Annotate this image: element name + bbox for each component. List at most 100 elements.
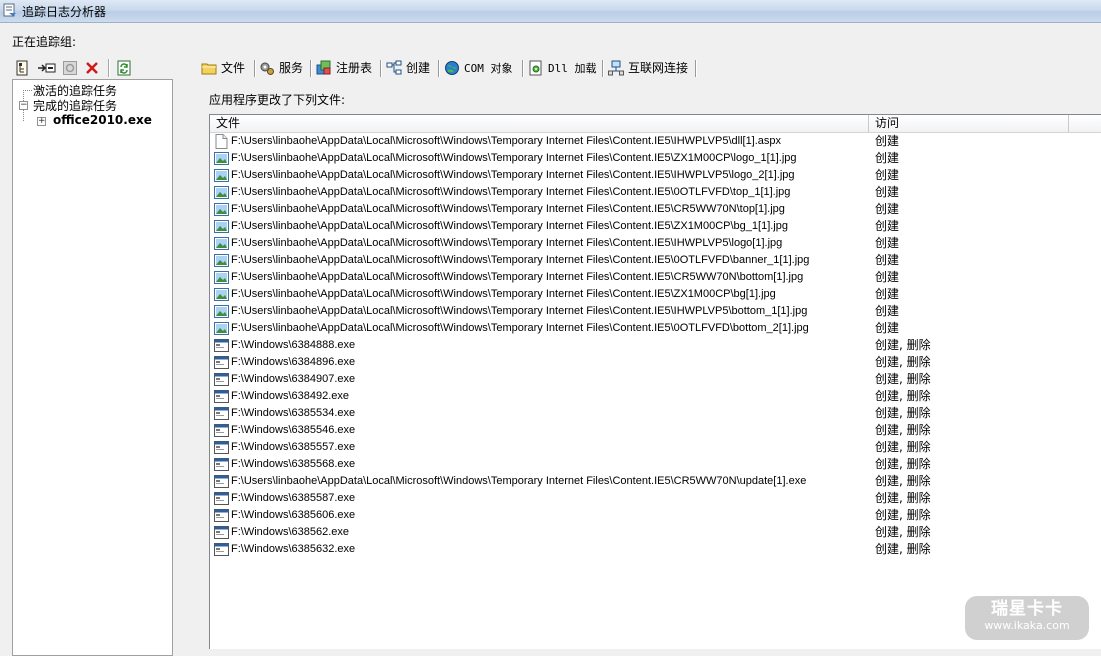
stop-button[interactable] (61, 59, 79, 77)
table-row[interactable]: F:\Users\linbaohe\AppData\Local\Microsof… (210, 167, 1101, 184)
expand-office-icon[interactable]: + (37, 117, 46, 126)
file-path-cell: F:\Users\linbaohe\AppData\Local\Microsof… (231, 220, 788, 232)
table-row[interactable]: F:\Users\linbaohe\AppData\Local\Microsof… (210, 320, 1101, 337)
file-path-cell: F:\Users\linbaohe\AppData\Local\Microsof… (231, 322, 809, 334)
image-file-icon (214, 219, 229, 234)
refresh-button[interactable] (115, 59, 133, 77)
expand-button[interactable] (36, 59, 58, 77)
globe-icon (444, 60, 460, 76)
table-row[interactable]: F:\Windows\638562.exe 创建, 删除 (210, 524, 1101, 541)
table-row[interactable]: F:\Users\linbaohe\AppData\Local\Microsof… (210, 252, 1101, 269)
watermark-main-text: 瑞星卡卡 (991, 599, 1063, 619)
image-file-icon (214, 236, 229, 251)
tab-internet-connections-label: 互联网连接 (628, 61, 689, 75)
table-row[interactable]: F:\Windows\638492.exe 创建, 删除 (210, 388, 1101, 405)
file-path-cell: F:\Users\linbaohe\AppData\Local\Microsof… (231, 169, 795, 181)
access-cell: 创建 (875, 253, 900, 267)
file-list: 文件 访问 F:\Users\linbaohe\AppData\Local\Mi… (209, 114, 1101, 649)
tab-separator (254, 60, 256, 77)
table-row[interactable]: F:\Users\linbaohe\AppData\Local\Microsof… (210, 235, 1101, 252)
tab-files[interactable]: 文件 (201, 56, 245, 79)
image-file-icon (214, 202, 229, 217)
title-bar: 追踪日志分析器 (0, 0, 1101, 23)
tree-view-icon (16, 60, 28, 76)
tree-item-office2010[interactable]: office2010.exe (53, 113, 152, 127)
tab-services[interactable]: 服务 (259, 56, 303, 79)
access-cell: 创建, 删除 (875, 389, 931, 403)
delete-x-icon (86, 62, 98, 74)
file-path-cell: F:\Users\linbaohe\AppData\Local\Microsof… (231, 203, 785, 215)
table-row[interactable]: F:\Windows\6385587.exe 创建, 删除 (210, 490, 1101, 507)
access-cell: 创建, 删除 (875, 525, 931, 539)
exe-file-icon (214, 474, 229, 489)
tab-create[interactable]: 创建 (386, 56, 430, 79)
file-path-cell: F:\Users\linbaohe\AppData\Local\Microsof… (231, 152, 797, 164)
access-cell: 创建, 删除 (875, 491, 931, 505)
file-path-cell: F:\Windows\638492.exe (231, 390, 350, 402)
table-row[interactable]: F:\Windows\6384907.exe 创建, 删除 (210, 371, 1101, 388)
tab-registry[interactable]: 注册表 (316, 56, 372, 79)
tab-services-label: 服务 (279, 61, 304, 75)
tree-item-completed-tasks[interactable]: 完成的追踪任务 (33, 97, 117, 114)
table-row[interactable]: F:\Users\linbaohe\AppData\Local\Microsof… (210, 150, 1101, 167)
stop-icon (63, 61, 77, 75)
access-cell: 创建, 删除 (875, 338, 931, 352)
table-row[interactable]: F:\Users\linbaohe\AppData\Local\Microsof… (210, 286, 1101, 303)
table-row[interactable]: F:\Windows\6384896.exe 创建, 删除 (210, 354, 1101, 371)
exe-file-icon (214, 423, 229, 438)
table-row[interactable]: F:\Users\linbaohe\AppData\Local\Microsof… (210, 133, 1101, 150)
document-gear-icon (528, 60, 544, 76)
access-cell: 创建 (875, 304, 900, 318)
image-file-icon (214, 321, 229, 336)
table-row[interactable]: F:\Windows\6384888.exe 创建, 删除 (210, 337, 1101, 354)
table-row[interactable]: F:\Windows\6385606.exe 创建, 删除 (210, 507, 1101, 524)
tree-connector (23, 109, 24, 121)
image-file-icon (214, 270, 229, 285)
file-path-cell: F:\Users\linbaohe\AppData\Local\Microsof… (231, 288, 776, 300)
access-cell: 创建 (875, 321, 900, 335)
tab-dll-loads-label: Dll 加载 (548, 61, 597, 75)
access-cell: 创建, 删除 (875, 423, 931, 437)
watermark-logo: 瑞星卡卡 www.ikaka.com (965, 596, 1089, 640)
table-row[interactable]: F:\Users\linbaohe\AppData\Local\Microsof… (210, 201, 1101, 218)
table-row[interactable]: F:\Windows\6385546.exe 创建, 删除 (210, 422, 1101, 439)
tab-separator (602, 60, 604, 77)
table-row[interactable]: F:\Users\linbaohe\AppData\Local\Microsof… (210, 184, 1101, 201)
file-path-cell: F:\Windows\6385632.exe (231, 543, 356, 555)
app-icon (3, 3, 16, 17)
image-file-icon (214, 168, 229, 183)
exe-file-icon (214, 440, 229, 455)
task-tree: 激活的追踪任务 − 完成的追踪任务 + office2010.exe (12, 79, 173, 656)
exe-file-icon (214, 457, 229, 472)
column-header-file[interactable]: 文件 (210, 115, 869, 132)
access-cell: 创建 (875, 185, 900, 199)
table-row[interactable]: F:\Users\linbaohe\AppData\Local\Microsof… (210, 218, 1101, 235)
file-path-cell: F:\Users\linbaohe\AppData\Local\Microsof… (231, 186, 791, 198)
expand-arrow-icon (38, 63, 56, 73)
file-path-cell: F:\Windows\6385546.exe (231, 424, 356, 436)
delete-button[interactable] (83, 59, 101, 77)
folder-icon (201, 60, 217, 76)
access-cell: 创建 (875, 168, 900, 182)
table-row[interactable]: F:\Windows\6385568.exe 创建, 删除 (210, 456, 1101, 473)
tab-separator (310, 60, 312, 77)
table-row[interactable]: F:\Users\linbaohe\AppData\Local\Microsof… (210, 303, 1101, 320)
column-header-access[interactable]: 访问 (869, 115, 1069, 132)
network-computer-icon (608, 60, 624, 76)
table-row[interactable]: F:\Windows\6385557.exe 创建, 删除 (210, 439, 1101, 456)
exe-file-icon (214, 542, 229, 557)
tab-internet-connections[interactable]: 互联网连接 (608, 56, 688, 79)
file-path-cell: F:\Users\linbaohe\AppData\Local\Microsof… (231, 475, 807, 487)
refresh-icon (117, 60, 131, 76)
tree-view-button[interactable] (14, 59, 32, 77)
tab-com-objects[interactable]: COM 对象 (444, 56, 513, 79)
access-cell: 创建, 删除 (875, 406, 931, 420)
tab-registry-label: 注册表 (336, 61, 373, 75)
table-row[interactable]: F:\Windows\6385632.exe 创建, 删除 (210, 541, 1101, 558)
tab-dll-loads[interactable]: Dll 加载 (528, 56, 597, 79)
exe-file-icon (214, 389, 229, 404)
exe-file-icon (214, 508, 229, 523)
table-row[interactable]: F:\Users\linbaohe\AppData\Local\Microsof… (210, 269, 1101, 286)
table-row[interactable]: F:\Users\linbaohe\AppData\Local\Microsof… (210, 473, 1101, 490)
table-row[interactable]: F:\Windows\6385534.exe 创建, 删除 (210, 405, 1101, 422)
